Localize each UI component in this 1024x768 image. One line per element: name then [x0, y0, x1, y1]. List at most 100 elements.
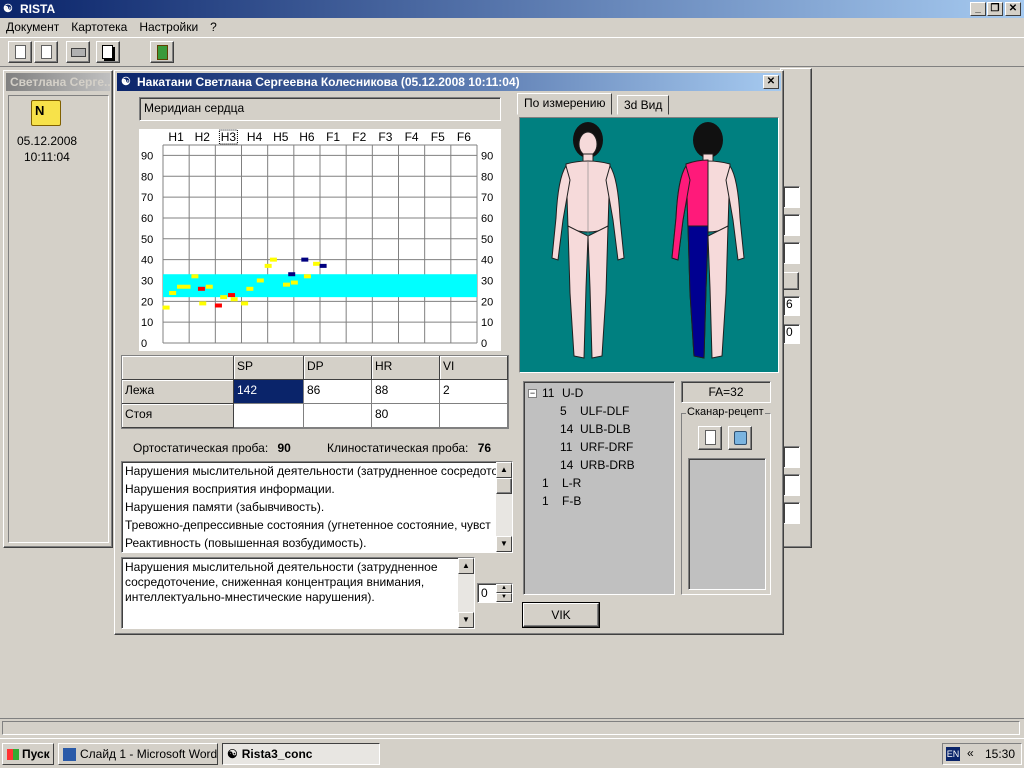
finding-item[interactable]: Нарушения памяти (забывчивость).	[122, 498, 496, 516]
spinner-down[interactable]: ▼	[496, 593, 512, 602]
bg-field-a[interactable]: 6	[783, 296, 800, 316]
print-button[interactable]	[66, 41, 90, 63]
table-cell[interactable]: 80	[372, 404, 440, 428]
spinner-up[interactable]: ▲	[496, 584, 512, 593]
table-cell[interactable]: 2	[440, 380, 508, 404]
category-label-h5[interactable]: H5	[273, 130, 289, 144]
table-cell-selected[interactable]: 142	[234, 380, 304, 404]
table-cell[interactable]	[440, 404, 508, 428]
scanner-new-button[interactable]	[698, 426, 722, 450]
category-label-h1[interactable]: H1	[168, 130, 184, 144]
category-label-h4[interactable]: H4	[247, 130, 263, 144]
tree-node-count: 5	[560, 404, 567, 418]
menu-help[interactable]: ?	[204, 18, 223, 37]
category-label-h2[interactable]: H2	[195, 130, 211, 144]
document-icon	[41, 45, 52, 59]
scanner-list[interactable]	[688, 458, 766, 590]
tab-3d-view[interactable]: 3d Вид	[617, 95, 670, 115]
tree-collapse-icon[interactable]: −	[528, 389, 537, 399]
table-cell[interactable]: 88	[372, 380, 440, 404]
tree-view[interactable]: −11 U-D 5 ULF-DLF 14 ULB-DLB 11 URF-DRF 14 URB-DR…	[523, 381, 675, 595]
menu-document[interactable]: Документ	[0, 18, 65, 37]
tree-node[interactable]: 1 F-B	[528, 492, 635, 510]
data-point	[228, 293, 236, 298]
bg-field-5[interactable]	[783, 474, 800, 496]
tray-expand-icon[interactable]: «	[967, 746, 974, 760]
task-word[interactable]: Слайд 1 - Microsoft Word	[58, 743, 218, 765]
tree-node[interactable]: 5 ULF-DLF	[528, 402, 635, 420]
folder-icon[interactable]: N	[31, 100, 61, 126]
scroll-up-button[interactable]: ▲	[496, 462, 512, 478]
task-rista[interactable]: ☯ Rista3_conc	[222, 743, 380, 765]
menu-cards[interactable]: Картотека	[65, 18, 133, 37]
category-label-f5[interactable]: F5	[431, 130, 445, 144]
bg-button[interactable]	[783, 272, 799, 290]
tab-by-measurement[interactable]: По измерению	[517, 93, 613, 115]
detail-scroll-up[interactable]: ▲	[458, 558, 474, 574]
finding-item[interactable]: Реактивность (повышенная возбудимость).	[122, 534, 496, 552]
exit-button[interactable]	[150, 41, 174, 63]
category-label-h3[interactable]: H3	[221, 130, 237, 144]
bg-field-6[interactable]	[783, 502, 800, 524]
findings-scrollbar[interactable]: ▲ ▼	[496, 462, 512, 552]
bg-field-4[interactable]	[783, 446, 800, 468]
close-button[interactable]: ✕	[1005, 2, 1021, 16]
table-header-cell[interactable]	[122, 356, 234, 380]
table-header-cell[interactable]: DP	[304, 356, 372, 380]
bg-field-3[interactable]	[783, 242, 800, 264]
tree-node[interactable]: 14 ULB-DLB	[528, 420, 635, 438]
finding-detail[interactable]: Нарушения мыслительной деятельности (зат…	[121, 557, 475, 629]
minimize-button[interactable]: _	[970, 2, 986, 16]
scroll-down-button[interactable]: ▼	[496, 536, 512, 552]
value-spinner[interactable]: 0 ▲ ▼	[477, 583, 513, 603]
category-label-f6[interactable]: F6	[457, 130, 471, 144]
table-cell[interactable]	[234, 404, 304, 428]
table-header-cell[interactable]: HR	[372, 356, 440, 380]
open-document-button[interactable]	[34, 41, 58, 63]
start-button[interactable]: Пуск	[2, 743, 54, 765]
category-label-h6[interactable]: H6	[299, 130, 315, 144]
vik-button[interactable]: VIK	[522, 602, 600, 628]
patient-panel-title: Светлана Серге...	[6, 73, 110, 91]
tree-node-label: L-R	[562, 476, 582, 490]
bg-field-2[interactable]	[783, 214, 800, 236]
tree-node[interactable]: 11 URF-DRF	[528, 438, 635, 456]
findings-list[interactable]: Нарушения мыслительной деятельности (зат…	[121, 461, 513, 553]
table-cell[interactable]	[304, 404, 372, 428]
finding-item[interactable]: Тревожно-депрессивные состояния (угнетен…	[122, 516, 496, 534]
category-label-f2[interactable]: F2	[352, 130, 366, 144]
tree-node[interactable]: −11 U-D	[528, 384, 635, 402]
tree-node[interactable]: 14 URB-DRB	[528, 456, 635, 474]
language-indicator[interactable]: EN	[946, 747, 960, 761]
scroll-thumb[interactable]	[496, 478, 512, 494]
detail-scroll-down[interactable]: ▼	[458, 612, 474, 628]
finding-item[interactable]: Нарушения восприятия информации.	[122, 480, 496, 498]
table-header-cell[interactable]: SP	[234, 356, 304, 380]
bg-field-1[interactable]	[783, 186, 800, 208]
category-label-f1[interactable]: F1	[326, 130, 340, 144]
table-row-header[interactable]: Лежа	[122, 380, 234, 404]
tree-node[interactable]: 1 L-R	[528, 474, 635, 492]
table-header-cell[interactable]: VI	[440, 356, 508, 380]
hair	[693, 122, 723, 158]
meridian-chart: 90 90 80 80 70 70 60 60 50 50 40 40 30 30 20 20 10 10 0 0 H1…	[139, 129, 501, 351]
tree-node-label: URF-DRF	[580, 440, 634, 454]
maximize-button[interactable]: ❐	[987, 2, 1003, 16]
windows-logo-icon	[7, 749, 19, 761]
document-icon	[15, 45, 26, 59]
copy-button[interactable]	[96, 41, 120, 63]
table-cell[interactable]: 86	[304, 380, 372, 404]
new-document-button[interactable]	[8, 41, 32, 63]
detail-scrollbar[interactable]: ▲ ▼	[458, 558, 474, 628]
y-tick-label-right: 60	[481, 213, 493, 225]
category-label-f4[interactable]: F4	[405, 130, 419, 144]
dialog-close-button[interactable]: ✕	[763, 75, 779, 89]
tree-node-label: F-B	[562, 494, 582, 508]
scanner-delete-button[interactable]	[728, 426, 752, 450]
category-label-f3[interactable]: F3	[378, 130, 392, 144]
finding-item[interactable]: Нарушения мыслительной деятельности (зат…	[122, 462, 496, 480]
table-row-header[interactable]: Стоя	[122, 404, 234, 428]
bg-field-b[interactable]: 0	[783, 324, 800, 344]
data-point	[264, 263, 272, 268]
menu-settings[interactable]: Настройки	[133, 18, 204, 37]
